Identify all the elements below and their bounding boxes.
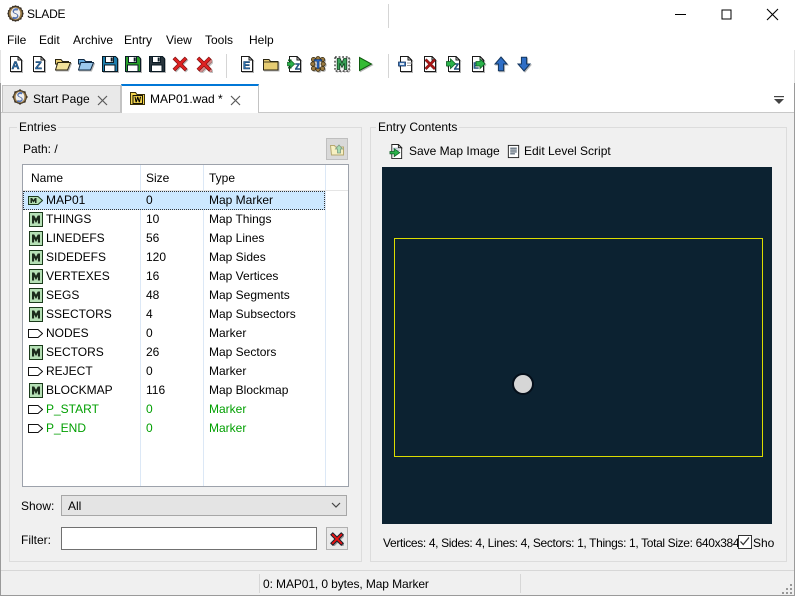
svg-text:Z: Z — [35, 60, 42, 72]
svg-text:Z: Z — [295, 63, 300, 72]
svg-text:A: A — [12, 60, 20, 72]
svg-text:T: T — [314, 57, 322, 72]
svg-text:E: E — [243, 60, 250, 72]
